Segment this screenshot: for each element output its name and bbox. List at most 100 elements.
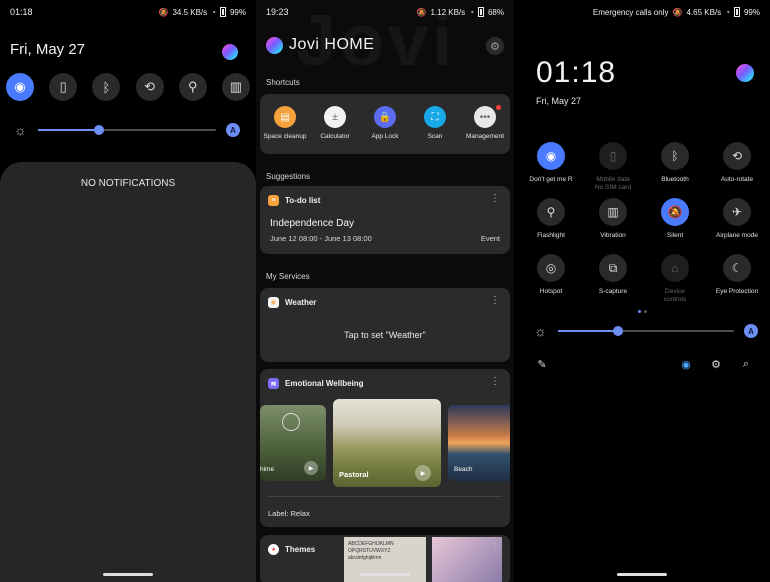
shortcut-app-lock[interactable]: 🔒 App Lock bbox=[361, 106, 409, 154]
no-sim-icon: ▯ bbox=[599, 142, 627, 170]
shortcuts-card: ▤ Space cleanup ± Calculator 🔒 App Lock ⛶ Scan •… bbox=[260, 94, 510, 154]
tile-vibrate[interactable]: ▥ Vibration bbox=[582, 198, 644, 240]
tile-airplane[interactable]: ✈ Airplane mode bbox=[706, 198, 768, 240]
calculator-icon: ± bbox=[324, 106, 346, 128]
tile-label: Hotspot bbox=[539, 288, 563, 295]
wifi-signal-icon: ◔ bbox=[211, 7, 216, 17]
sound-card[interactable]: hime ▶ bbox=[260, 405, 326, 481]
vibration-toggle[interactable]: ▥ bbox=[221, 73, 250, 101]
tile-hotspot[interactable]: ◎ Hotspot bbox=[520, 254, 582, 296]
tile-label: Vibration bbox=[600, 232, 626, 239]
notifications-panel: NO NOTIFICATIONS bbox=[0, 162, 256, 582]
shortcut-label: Calculator bbox=[320, 133, 350, 140]
sound-carousel[interactable]: hime ▶ Pastoral ▶ Beach bbox=[260, 399, 510, 489]
play-icon[interactable]: ▶ bbox=[304, 461, 318, 475]
edit-icon[interactable]: ✎ bbox=[534, 358, 550, 371]
battery-percent: 68% bbox=[487, 7, 504, 17]
mobile-data-toggle[interactable]: ▯ bbox=[49, 73, 78, 101]
auto-brightness-button[interactable]: A bbox=[226, 123, 240, 137]
tile-wifi[interactable]: ◉ Don't get me R bbox=[520, 142, 582, 184]
brightness-slider[interactable] bbox=[558, 326, 734, 336]
brightness-thumb[interactable] bbox=[93, 125, 104, 135]
wifi-signal-icon: ◔ bbox=[725, 7, 730, 17]
search-icon[interactable]: ⌕ bbox=[738, 358, 754, 371]
notification-shade-collapsed: 01:18 🔕 34.5 KB/s ◔ 99% Fri, May 27 ◉ ▯ ᛒ ⟲… bbox=[0, 0, 256, 582]
brightness-fill bbox=[558, 330, 618, 332]
more-vert-icon[interactable]: ⋮ bbox=[490, 193, 500, 204]
status-time: 19:23 bbox=[266, 7, 289, 17]
bluetooth-icon: ᛒ bbox=[102, 79, 111, 95]
services-heading: My Services bbox=[266, 272, 310, 281]
more-vert-icon[interactable]: ⋮ bbox=[490, 295, 500, 306]
tile-crop[interactable]: ⧉ S-capture bbox=[582, 254, 644, 296]
no-sim-icon: ▯ bbox=[59, 79, 67, 94]
todo-card[interactable]: ≡ To-do list ⋮ Independence Day June 12 … bbox=[260, 186, 510, 254]
tile-label: Mobile data No SIM card bbox=[594, 176, 632, 191]
sound-card[interactable]: Beach bbox=[448, 405, 510, 481]
badge-dot bbox=[496, 105, 501, 110]
tile-label: Bluetooth bbox=[661, 176, 689, 183]
more-vert-icon[interactable]: ⋮ bbox=[490, 376, 500, 387]
brightness-slider[interactable] bbox=[38, 125, 216, 135]
sound-card-label: Pastoral bbox=[339, 470, 369, 479]
shortcut-calculator[interactable]: ± Calculator bbox=[311, 106, 359, 154]
shortcut-scan[interactable]: ⛶ Scan bbox=[411, 106, 459, 154]
bluetooth-toggle[interactable]: ᛒ bbox=[92, 73, 121, 101]
gesture-bar[interactable] bbox=[617, 573, 667, 576]
vibrate-icon: ▥ bbox=[599, 198, 627, 226]
settings-button[interactable]: ⚙ bbox=[486, 37, 504, 55]
shortcut-label: Space cleanup bbox=[263, 133, 307, 140]
net-speed: 4.65 KB/s bbox=[686, 7, 722, 17]
net-speed: 1.12 KB/s bbox=[430, 7, 466, 17]
tile-moon[interactable]: ☾ Eye Protection bbox=[706, 254, 768, 296]
auto-brightness-button[interactable]: A bbox=[744, 324, 758, 338]
shortcut-management[interactable]: ••• Management bbox=[461, 105, 509, 154]
tile-bluetooth[interactable]: ᛒ Bluetooth bbox=[644, 142, 706, 184]
wifi-toggle[interactable]: ◉ bbox=[6, 73, 34, 101]
play-icon[interactable]: ▶ bbox=[415, 465, 431, 481]
emotional-card-header: ≋ Emotional Wellbeing bbox=[268, 378, 364, 389]
tile-label: Device controls bbox=[663, 288, 687, 303]
tile-no-sim[interactable]: ▯ Mobile data No SIM card bbox=[582, 142, 644, 192]
shortcut-space-cleanup[interactable]: ▤ Space cleanup bbox=[261, 106, 309, 154]
auto-rotate-toggle[interactable]: ⟲ bbox=[135, 73, 164, 101]
weather-prompt[interactable]: Tap to set "Weather" bbox=[260, 330, 510, 340]
wifi-signal-icon: ◔ bbox=[469, 7, 474, 17]
gear-icon[interactable]: ⚙ bbox=[708, 358, 724, 371]
brightness-icon: ☼ bbox=[534, 323, 547, 339]
tile-flashlight[interactable]: ⚲ Flashlight bbox=[520, 198, 582, 240]
shortcut-label: App Lock bbox=[371, 133, 399, 140]
battery-icon bbox=[219, 7, 226, 17]
wifi-icon: ◉ bbox=[14, 79, 26, 94]
rotate-icon: ⟲ bbox=[723, 142, 751, 170]
broom-icon: ▤ bbox=[274, 106, 296, 128]
tile-home[interactable]: ⌂ Device controls bbox=[644, 254, 706, 304]
tile-rotate[interactable]: ⟲ Auto-rotate bbox=[706, 142, 768, 184]
jovi-orb-icon[interactable] bbox=[222, 44, 238, 60]
jovi-orb-icon[interactable] bbox=[736, 64, 754, 82]
themes-card-title: Themes bbox=[285, 545, 316, 554]
battery-icon bbox=[733, 7, 740, 17]
weather-icon: ☀ bbox=[268, 297, 279, 308]
gesture-bar[interactable] bbox=[103, 573, 153, 576]
tile-bell-off[interactable]: 🔕 Silent bbox=[644, 198, 706, 240]
gesture-bar[interactable] bbox=[360, 573, 410, 576]
clock[interactable]: 01:18 bbox=[536, 56, 616, 90]
soundwave-icon: ≋ bbox=[268, 378, 279, 389]
flashlight-toggle[interactable]: ⚲ bbox=[178, 73, 207, 101]
account-icon[interactable]: ◉ bbox=[678, 358, 694, 371]
weather-card[interactable]: ☀ Weather ⋮ Tap to set "Weather" bbox=[260, 288, 510, 362]
status-bar: 01:18 🔕 34.5 KB/s ◔ 99% bbox=[0, 0, 256, 24]
shortcuts-heading: Shortcuts bbox=[266, 78, 300, 87]
more-vert-icon[interactable]: ⋮ bbox=[490, 542, 500, 553]
sound-card[interactable]: Pastoral ▶ bbox=[333, 399, 441, 487]
status-bar: Emergency calls only 🔕 4.65 KB/s ◔ 99% bbox=[514, 0, 770, 24]
brightness-thumb[interactable] bbox=[612, 326, 623, 336]
tile-label: Flashlight bbox=[537, 232, 565, 239]
tile-label: Eye Protection bbox=[715, 288, 759, 295]
tile-label: Don't get me R bbox=[529, 176, 573, 183]
quick-settings-toolbar: ✎ ◉ ⚙ ⌕ bbox=[534, 356, 754, 372]
jovi-home-header: Jovi HOME bbox=[266, 36, 374, 54]
mute-icon: 🔕 bbox=[158, 7, 169, 17]
page-dot bbox=[644, 310, 647, 313]
